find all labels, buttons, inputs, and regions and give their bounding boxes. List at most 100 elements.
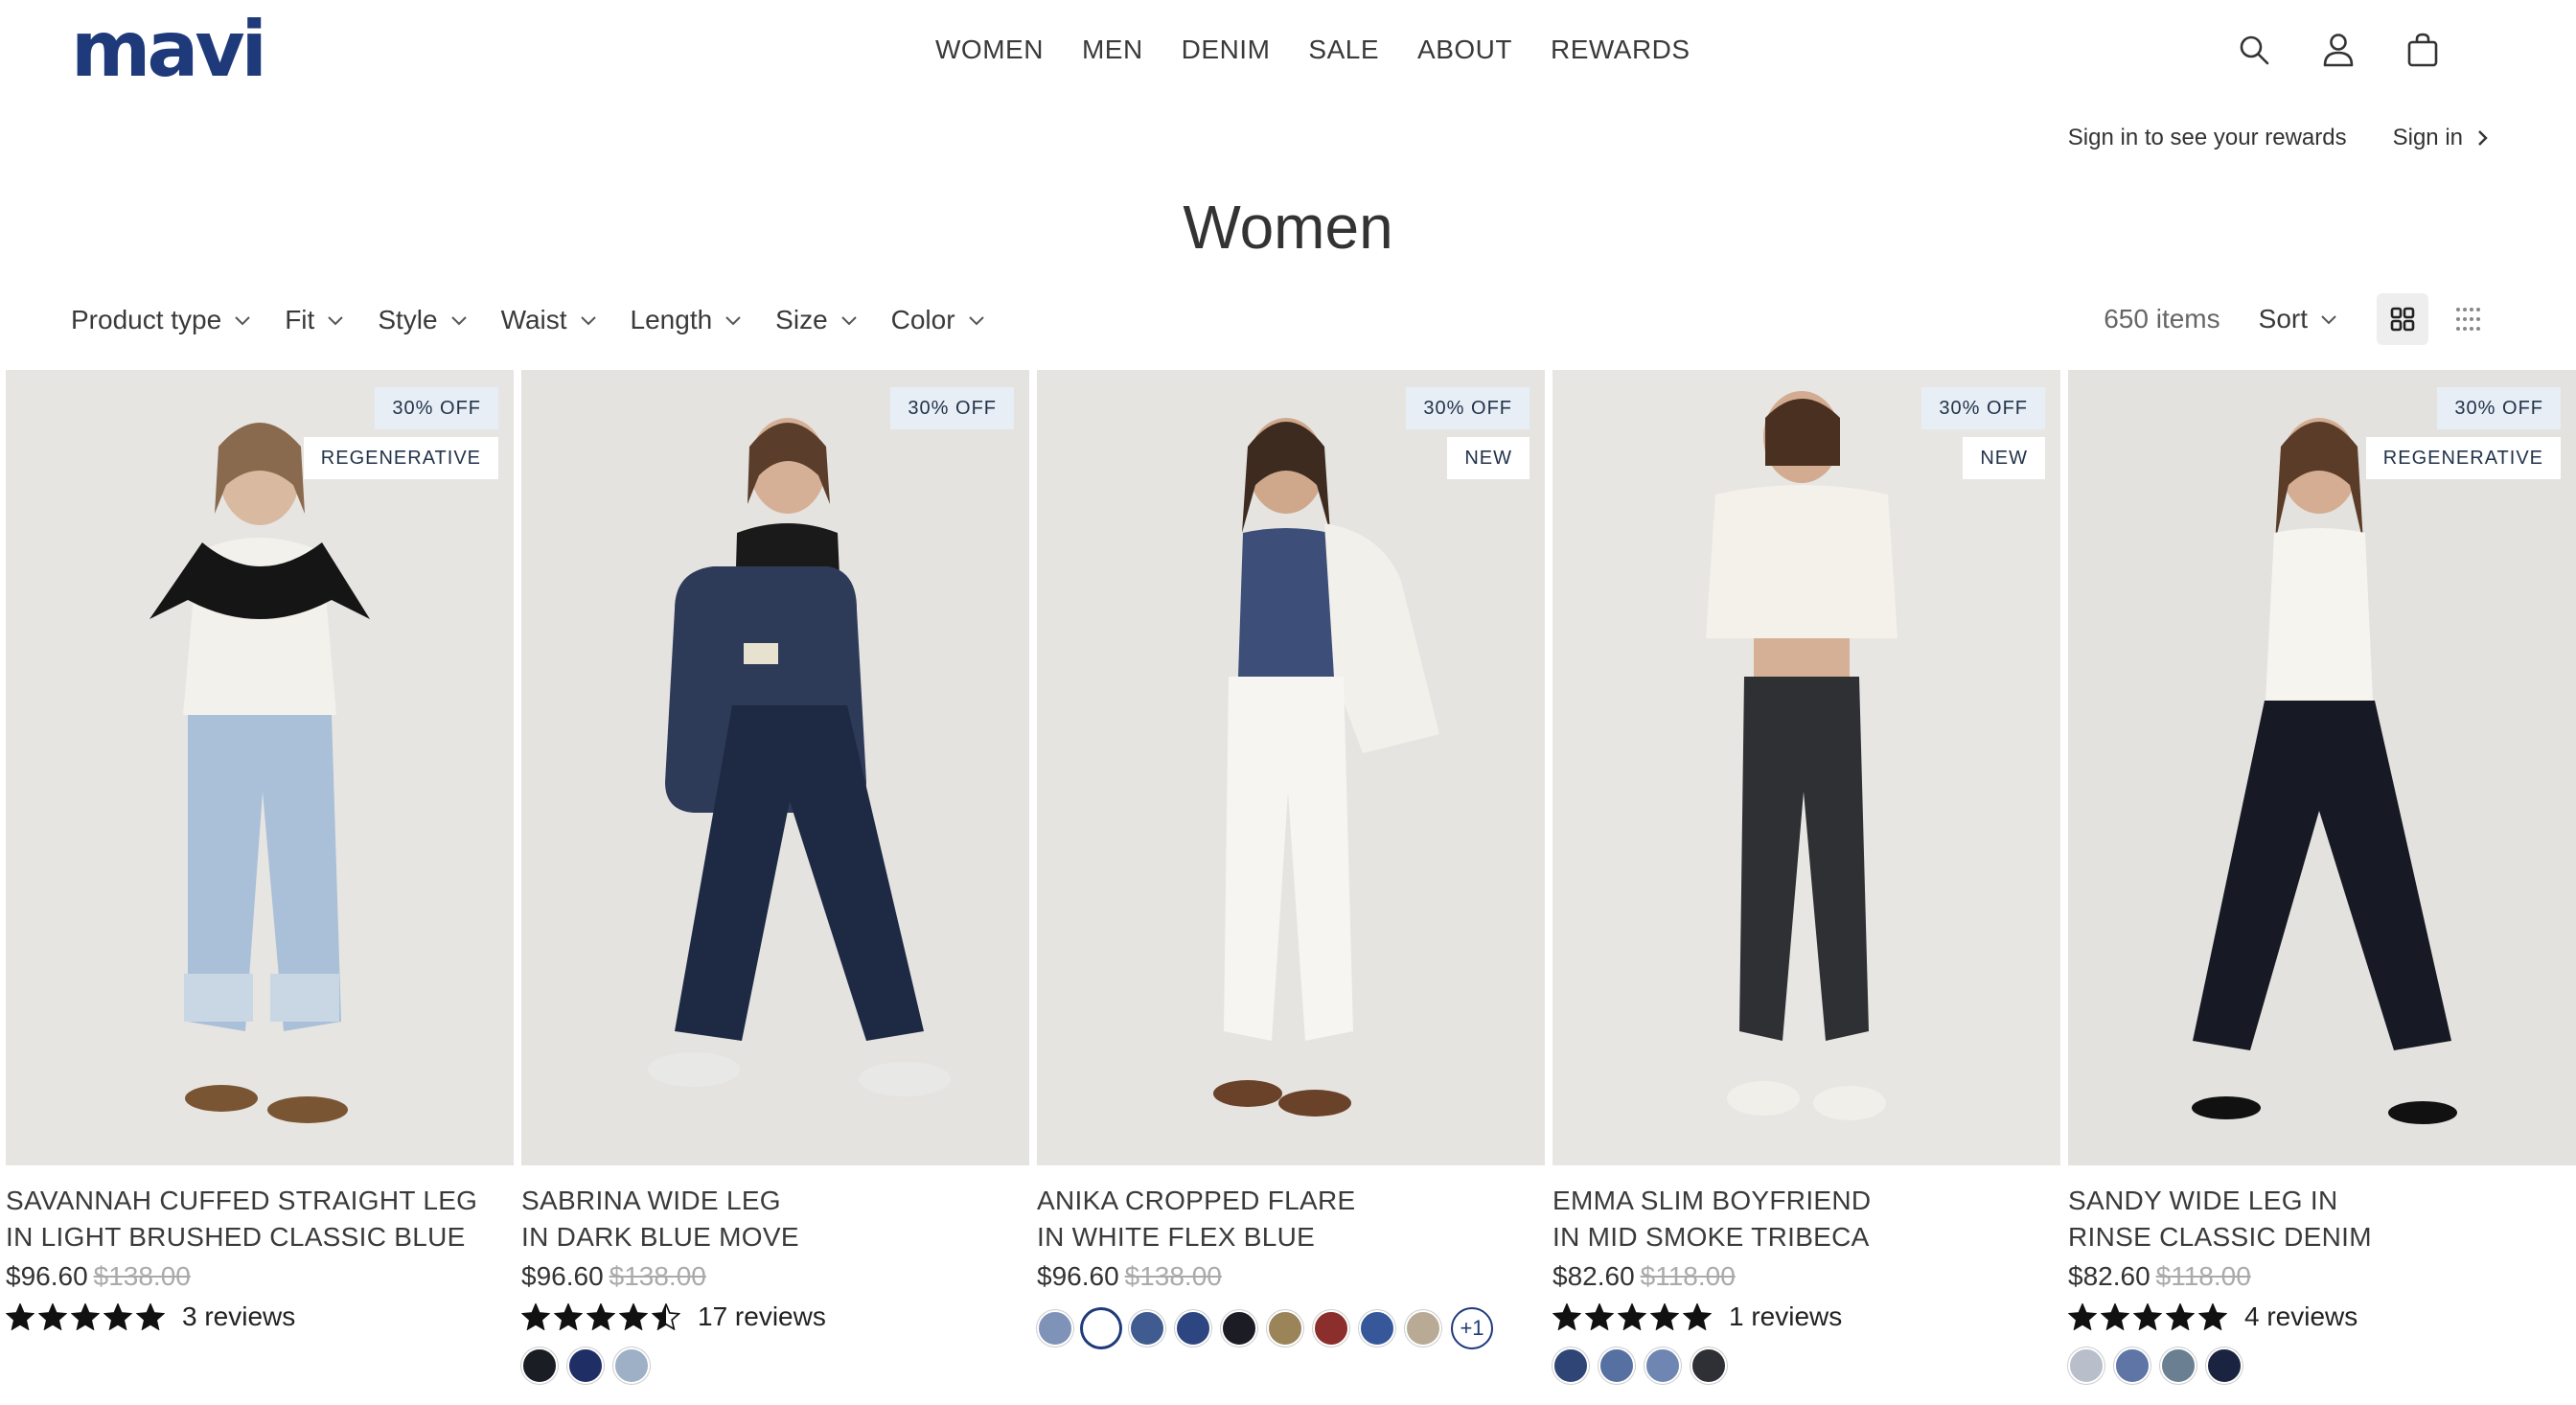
product-tag-badge: REGENERATIVE — [2365, 437, 2561, 479]
brand-logo[interactable]: mavi — [71, 12, 267, 88]
color-swatch[interactable] — [613, 1347, 650, 1384]
product-name-line: SAVANNAH CUFFED STRAIGHT LEG — [6, 1186, 478, 1215]
grid-large-view-button[interactable] — [2377, 293, 2428, 345]
results-controls: 650 items Sort — [2104, 293, 2494, 345]
sale-price: $96.60 — [521, 1261, 604, 1291]
product-card[interactable]: 30% OFF NEW ANIKA CROPPED FLARE IN WHITE… — [1037, 370, 1545, 1384]
product-image[interactable]: 30% OFF NEW — [1552, 370, 2060, 1165]
more-colors-button[interactable]: +1 — [1451, 1307, 1493, 1349]
sign-in-link[interactable]: Sign in — [2393, 125, 2490, 151]
color-swatch[interactable] — [521, 1347, 558, 1384]
star-rating — [2068, 1303, 2227, 1330]
product-name[interactable]: SAVANNAH CUFFED STRAIGHT LEG IN LIGHT BR… — [6, 1183, 514, 1255]
color-swatch[interactable] — [1083, 1310, 1119, 1347]
bag-icon[interactable] — [2404, 29, 2442, 71]
filter-length[interactable]: Length — [631, 299, 744, 341]
product-tag-badge: REGENERATIVE — [303, 437, 498, 479]
star-icon — [1552, 1303, 1581, 1330]
site-header: mavi WOMEN MEN DENIM SALE ABOUT REWARDS — [0, 0, 2576, 105]
color-swatch[interactable] — [2160, 1347, 2196, 1384]
filter-color[interactable]: Color — [891, 299, 986, 341]
color-swatch[interactable] — [1221, 1310, 1257, 1347]
star-icon — [521, 1303, 550, 1330]
product-image[interactable]: 30% OFF NEW — [1037, 370, 1545, 1165]
sale-price: $96.60 — [1037, 1261, 1119, 1291]
color-swatch[interactable] — [1359, 1310, 1395, 1347]
product-rating[interactable]: 4 reviews — [2068, 1301, 2576, 1332]
product-image[interactable]: 30% OFF — [521, 370, 1029, 1165]
color-swatches — [1552, 1347, 2060, 1384]
color-swatch[interactable] — [2206, 1347, 2242, 1384]
product-rating[interactable]: 3 reviews — [6, 1301, 514, 1332]
color-swatch[interactable] — [1267, 1310, 1303, 1347]
search-icon[interactable] — [2235, 29, 2273, 71]
color-swatch[interactable] — [1598, 1347, 1635, 1384]
grid-large-icon — [2390, 307, 2415, 332]
grid-small-view-button[interactable] — [2442, 293, 2494, 345]
product-name[interactable]: EMMA SLIM BOYFRIEND IN MID SMOKE TRIBECA — [1552, 1183, 2060, 1255]
color-swatch[interactable] — [1175, 1310, 1211, 1347]
product-name[interactable]: ANIKA CROPPED FLARE IN WHITE FLEX BLUE — [1037, 1183, 1545, 1255]
color-swatch[interactable] — [1690, 1347, 1727, 1384]
product-image[interactable]: 30% OFF REGENERATIVE — [2068, 370, 2576, 1165]
filter-waist[interactable]: Waist — [501, 299, 598, 341]
star-icon — [6, 1303, 34, 1330]
header-actions — [2235, 29, 2442, 71]
star-icon — [1585, 1303, 1614, 1330]
filter-label: Fit — [285, 305, 315, 334]
nav-men[interactable]: MEN — [1082, 29, 1143, 71]
star-icon — [71, 1303, 100, 1330]
product-name-line: IN DARK BLUE MOVE — [521, 1222, 799, 1252]
nav-about[interactable]: ABOUT — [1417, 29, 1512, 71]
product-rating[interactable]: 17 reviews — [521, 1301, 1029, 1332]
filter-product-type[interactable]: Product type — [71, 299, 252, 341]
star-icon — [38, 1303, 67, 1330]
product-rating[interactable]: 1 reviews — [1552, 1301, 2060, 1332]
color-swatch[interactable] — [2068, 1347, 2104, 1384]
discount-badge: 30% OFF — [1921, 387, 2045, 429]
star-icon — [1683, 1303, 1712, 1330]
star-icon — [2101, 1303, 2129, 1330]
star-rating — [521, 1303, 680, 1330]
sort-dropdown[interactable]: Sort — [2259, 304, 2338, 334]
review-count: 17 reviews — [698, 1301, 826, 1331]
chevron-down-icon — [328, 316, 344, 326]
color-swatch[interactable] — [1129, 1310, 1165, 1347]
product-tag-badge: NEW — [1963, 437, 2045, 479]
filter-size[interactable]: Size — [775, 299, 858, 341]
filter-style[interactable]: Style — [378, 299, 468, 341]
color-swatch[interactable] — [567, 1347, 604, 1384]
color-swatch[interactable] — [1405, 1310, 1441, 1347]
product-card[interactable]: 30% OFF REGENERATIVE SAVANNAH CUFFED STR… — [6, 370, 514, 1384]
product-name[interactable]: SANDY WIDE LEG IN RINSE CLASSIC DENIM — [2068, 1183, 2576, 1255]
product-card[interactable]: 30% OFF REGENERATIVE SANDY WIDE LEG IN R… — [2068, 370, 2576, 1384]
filter-fit[interactable]: Fit — [285, 299, 345, 341]
product-name-line: ANIKA CROPPED FLARE — [1037, 1186, 1356, 1215]
star-icon — [2133, 1303, 2162, 1330]
color-swatches: +1 — [1037, 1307, 1545, 1349]
rewards-prompt[interactable]: Sign in to see your rewards — [2068, 125, 2347, 151]
product-name-line: IN WHITE FLEX BLUE — [1037, 1222, 1316, 1252]
product-name[interactable]: SABRINA WIDE LEG IN DARK BLUE MOVE — [521, 1183, 1029, 1255]
product-image[interactable]: 30% OFF REGENERATIVE — [6, 370, 514, 1165]
nav-rewards[interactable]: REWARDS — [1551, 29, 1690, 71]
product-card[interactable]: 30% OFF SABRINA WIDE LEG IN DARK BLUE MO… — [521, 370, 1029, 1384]
color-swatch[interactable] — [1037, 1310, 1073, 1347]
nav-denim[interactable]: DENIM — [1182, 29, 1271, 71]
color-swatch[interactable] — [2114, 1347, 2150, 1384]
product-price: $82.60 $118.00 — [2068, 1261, 2576, 1292]
page-title: Women — [1183, 193, 1393, 262]
discount-badge: 30% OFF — [2437, 387, 2561, 429]
color-swatch[interactable] — [1552, 1347, 1589, 1384]
account-icon[interactable] — [2319, 29, 2358, 71]
chevron-down-icon — [580, 316, 596, 326]
review-count: 1 reviews — [1729, 1301, 1843, 1331]
sign-in-label: Sign in — [2392, 125, 2463, 150]
color-swatch[interactable] — [1644, 1347, 1681, 1384]
nav-women[interactable]: WOMEN — [935, 29, 1044, 71]
product-card[interactable]: 30% OFF NEW EMMA SLIM BOYFRIEND IN MID S… — [1552, 370, 2060, 1384]
star-icon — [136, 1303, 165, 1330]
nav-sale[interactable]: SALE — [1308, 29, 1379, 71]
product-name-line: IN LIGHT BRUSHED CLASSIC BLUE — [6, 1222, 466, 1252]
color-swatch[interactable] — [1313, 1310, 1349, 1347]
